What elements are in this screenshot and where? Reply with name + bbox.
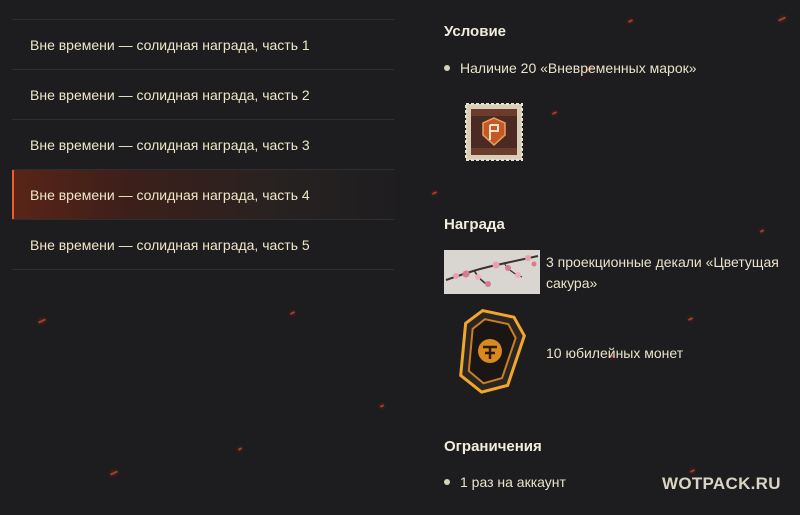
quest-item-label: Вне времени — солидная награда, часть 5 xyxy=(30,236,310,253)
reward-decal-text: 3 проекционные декали «Цветущая сакура» xyxy=(546,254,779,291)
restrictions-title: Ограничения xyxy=(444,438,542,455)
quest-item-part-5[interactable]: Вне времени — солидная награда, часть 5 xyxy=(12,220,394,270)
quest-item-part-1[interactable]: Вне времени — солидная награда, часть 1 xyxy=(12,20,394,70)
quest-item-label: Вне времени — солидная награда, часть 3 xyxy=(30,136,310,153)
quest-item-label: Вне времени — солидная награда, часть 2 xyxy=(30,86,310,103)
restrictions-row: 1 раз на аккаунт xyxy=(444,474,566,490)
quest-item-part-2[interactable]: Вне времени — солидная награда, часть 2 xyxy=(12,70,394,120)
cherry-blossom-decal-icon xyxy=(444,250,540,294)
condition-title: Условие xyxy=(444,23,507,40)
quest-item-part-4-active[interactable]: Вне времени — солидная награда, часть 4 xyxy=(12,170,394,220)
quest-item-label: Вне времени — солидная награда, часть 1 xyxy=(30,36,310,53)
restrictions-text: 1 раз на аккаунт xyxy=(460,474,566,490)
quest-item-part-3[interactable]: Вне времени — солидная награда, часть 3 xyxy=(12,120,394,170)
condition-row: Наличие 20 «Вневременных марок» xyxy=(444,60,697,76)
reward-coins-text: 10 юбилейных монет xyxy=(546,345,684,361)
bullet-dot xyxy=(444,65,450,71)
bullet-dot xyxy=(444,479,450,485)
timeless-stamp-icon xyxy=(465,103,523,161)
quest-item-label: Вне времени — солидная награда, часть 4 xyxy=(30,186,310,203)
quest-list: Вне времени — солидная награда, часть 1 … xyxy=(12,19,394,270)
watermark: WOTPACK.RU xyxy=(662,474,781,493)
condition-text: Наличие 20 «Вневременных марок» xyxy=(460,60,697,76)
anniversary-coin-icon xyxy=(459,308,526,394)
reward-title: Награда xyxy=(444,216,505,233)
